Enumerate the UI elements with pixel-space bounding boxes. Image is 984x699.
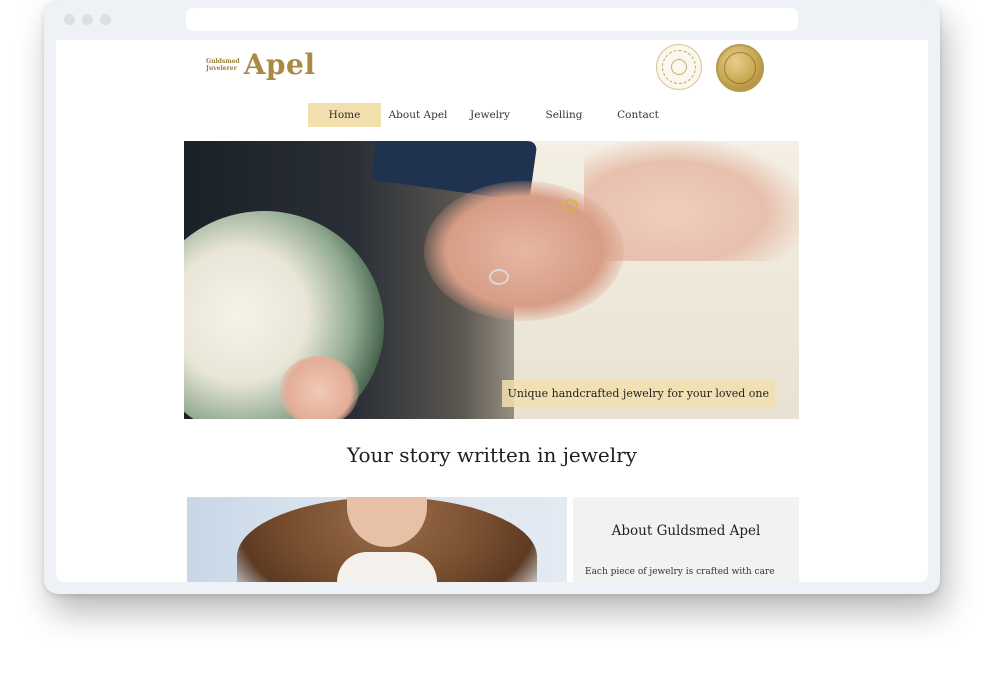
about-title: About Guldsmed Apel (611, 523, 761, 539)
logo-tagline: Guldsmed Juvelerer (206, 58, 240, 72)
about-text: Each piece of jewelry is crafted with ca… (585, 567, 775, 577)
section-headline: Your story written in jewelry (347, 443, 637, 467)
logo-name: Apel (243, 48, 316, 81)
maximize-dot-icon[interactable] (100, 14, 111, 25)
ring-icon (489, 269, 509, 285)
gold-coin-icon (716, 44, 764, 92)
browser-window: Guldsmed Juvelerer Apel Home About Apel … (44, 0, 940, 594)
minimize-dot-icon[interactable] (82, 14, 93, 25)
nav-jewelry[interactable]: Jewelry (455, 103, 525, 127)
hero-image: Unique handcrafted jewelry for your love… (184, 141, 799, 419)
hero-caption: Unique handcrafted jewelry for your love… (501, 380, 775, 407)
web-page: Guldsmed Juvelerer Apel Home About Apel … (56, 40, 928, 582)
seal-center (671, 59, 687, 75)
brand-logo[interactable]: Guldsmed Juvelerer Apel (206, 48, 315, 81)
nav-selling[interactable]: Selling (525, 103, 603, 127)
logo-line-1: Guldsmed (206, 57, 240, 65)
nav-about-apel[interactable]: About Apel (381, 103, 455, 127)
hero-rose (279, 356, 359, 419)
about-panel: About Guldsmed Apel Each piece of jewelr… (573, 497, 799, 582)
nav-contact[interactable]: Contact (603, 103, 673, 127)
story-photo (187, 497, 567, 582)
guild-seal-icon (656, 44, 702, 90)
gold-ring-icon (562, 199, 578, 212)
nav-home[interactable]: Home (308, 103, 381, 127)
window-controls (64, 14, 111, 25)
photo-collar (337, 552, 437, 582)
logo-line-2: Juvelerer (206, 64, 237, 72)
main-nav: Home About Apel Jewelry Selling Contact (308, 103, 673, 127)
address-bar[interactable] (186, 8, 798, 31)
coin-rim (724, 52, 756, 84)
close-dot-icon[interactable] (64, 14, 75, 25)
hero-hands (424, 181, 624, 321)
